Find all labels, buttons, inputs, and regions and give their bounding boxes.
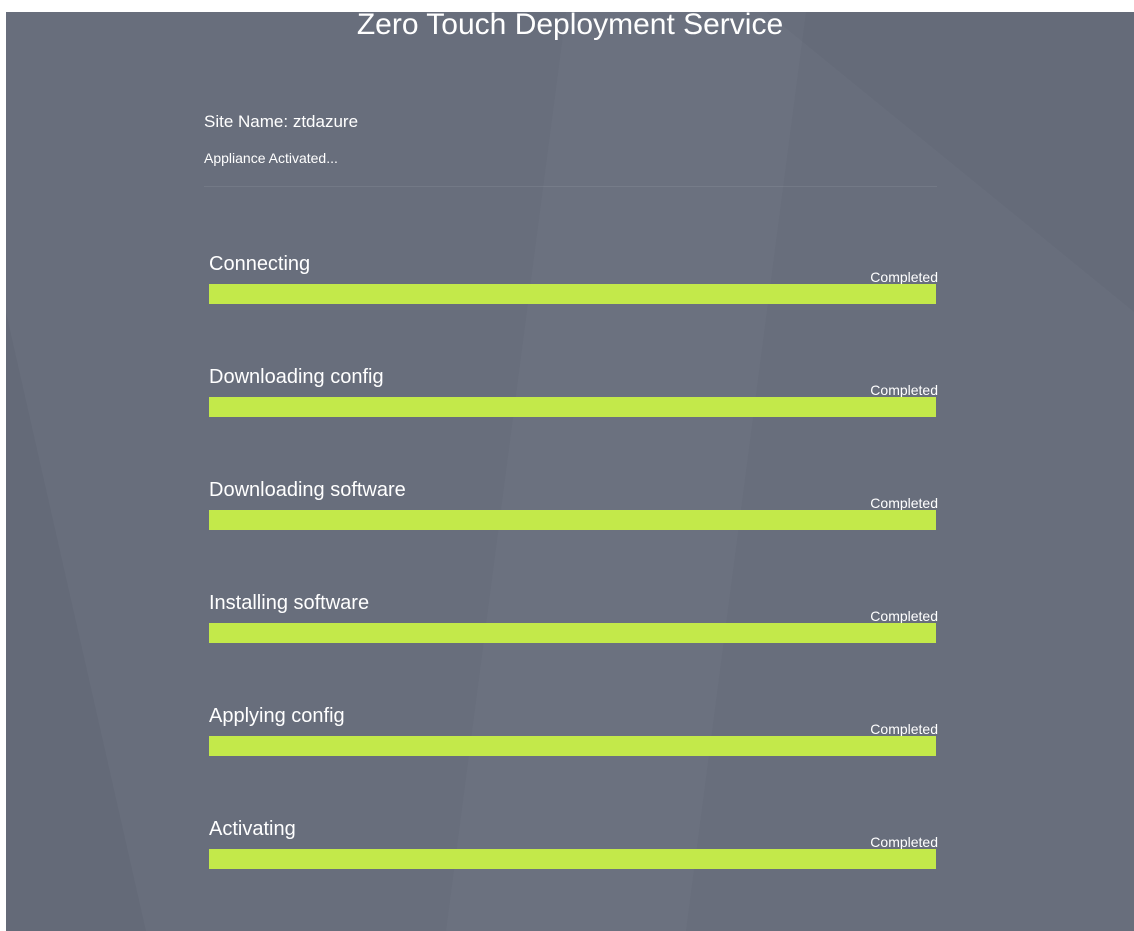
site-name-label: Site Name: — [204, 112, 289, 131]
progress-bar-fill — [209, 510, 936, 530]
progress-bar-fill — [209, 849, 936, 869]
progress-bar-fill — [209, 284, 936, 304]
progress-bar-fill — [209, 736, 936, 756]
step-label: Applying config — [209, 705, 345, 727]
step-applying-config: Applying config Completed — [209, 700, 938, 813]
progress-bar — [209, 623, 936, 643]
step-label: Installing software — [209, 592, 370, 614]
step-label: Downloading software — [209, 479, 406, 501]
progress-bar — [209, 736, 936, 756]
progress-steps: Connecting Completed Downloading config … — [209, 248, 938, 926]
step-label: Connecting — [209, 253, 311, 275]
progress-bar-fill — [209, 623, 936, 643]
step-connecting: Connecting Completed — [209, 248, 938, 361]
progress-bar — [209, 510, 936, 530]
step-label: Downloading config — [209, 366, 384, 388]
deployment-panel: Zero Touch Deployment Service Site Name:… — [6, 12, 1134, 931]
page-title: Zero Touch Deployment Service — [356, 12, 784, 41]
progress-bar — [209, 849, 936, 869]
progress-bar — [209, 284, 936, 304]
site-name: Site Name: ztdazure — [204, 112, 358, 132]
step-activating: Activating Completed — [209, 813, 938, 926]
step-label: Activating — [209, 818, 296, 840]
divider — [204, 186, 937, 187]
site-name-value: ztdazure — [292, 112, 359, 131]
step-downloading-software: Downloading software Completed — [209, 474, 938, 587]
progress-bar-fill — [209, 397, 936, 417]
activation-status-message: Appliance Activated... — [204, 150, 338, 166]
step-installing-software: Installing software Completed — [209, 587, 938, 700]
progress-bar — [209, 397, 936, 417]
step-downloading-config: Downloading config Completed — [209, 361, 938, 474]
